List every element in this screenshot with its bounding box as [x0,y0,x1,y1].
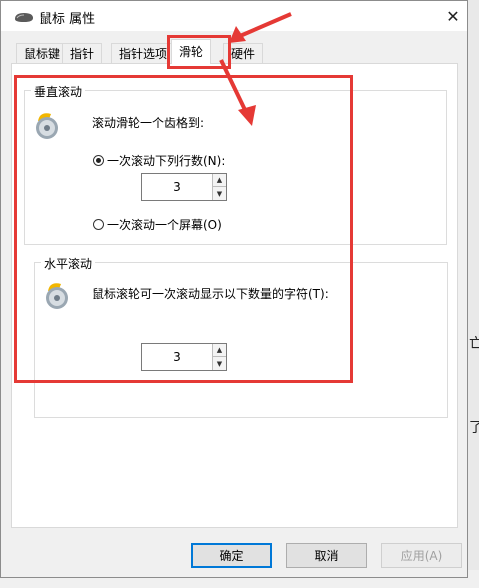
mouse-icon [15,13,33,22]
window-title: 鼠标 属性 [39,12,96,27]
close-button[interactable]: ✕ [439,1,467,31]
tab-label: 硬件 [231,47,256,61]
ok-button[interactable]: 确定 [191,543,272,568]
tab-label: 指针选项 [119,47,168,61]
background-window [468,0,479,588]
background-text: 了 [469,420,479,436]
annotation-tab-highlight [167,35,231,69]
close-icon: ✕ [446,6,460,26]
annotation-settings-highlight [14,75,353,383]
tab-label: 指针 [70,47,95,61]
background-text: 亡 [469,336,479,352]
tab-pointer-options[interactable]: 指针选项 [111,43,176,63]
tab-buttons[interactable]: 鼠标键 [16,43,69,63]
tab-label: 鼠标键 [24,47,61,61]
tab-pointers[interactable]: 指针 [62,43,103,63]
cancel-button[interactable]: 取消 [286,543,367,568]
apply-button[interactable]: 应用(A) [381,543,462,568]
title-bar[interactable]: 鼠标 属性 ✕ [1,1,467,31]
